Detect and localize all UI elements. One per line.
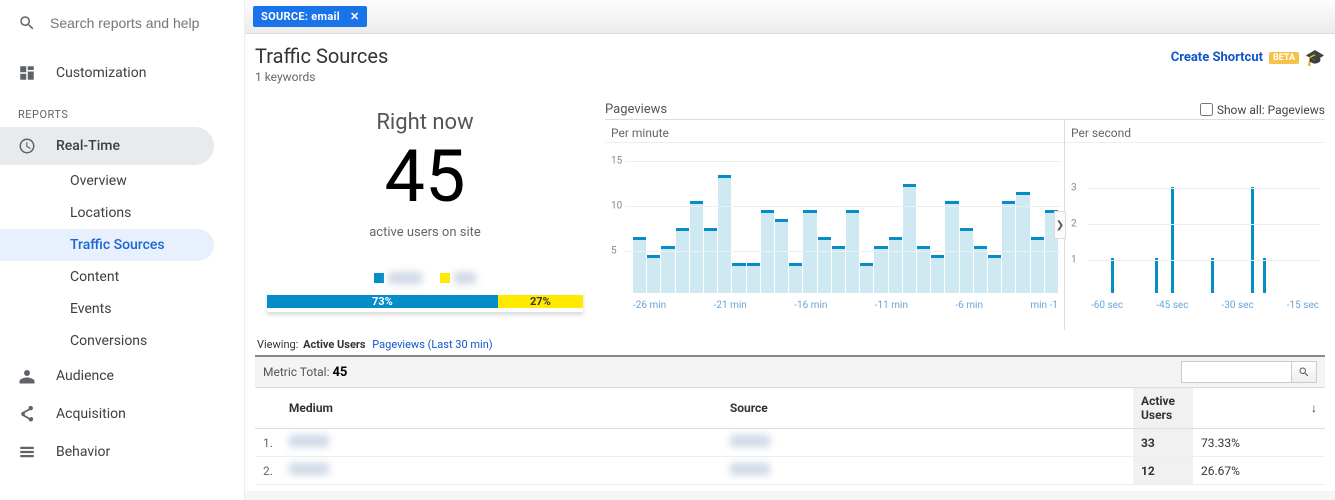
results-table: Metric Total: 45 Medium Source Active Us… bbox=[255, 355, 1325, 485]
shortcut-area: Create Shortcut BETA 🎓 bbox=[1171, 48, 1325, 67]
legend-swatch-blue bbox=[374, 273, 384, 283]
pageviews-title: Pageviews bbox=[605, 102, 667, 117]
nav-behavior[interactable]: Behavior bbox=[0, 433, 214, 471]
nav-acquisition[interactable]: Acquisition bbox=[0, 395, 214, 433]
metric-total-value: 45 bbox=[332, 365, 347, 380]
nav-sub-overview[interactable]: Overview bbox=[0, 165, 214, 197]
nav-label: Audience bbox=[56, 368, 114, 384]
viewing-label: Viewing: bbox=[257, 338, 298, 351]
person-icon bbox=[18, 367, 36, 385]
page-subtitle: 1 keywords bbox=[255, 70, 388, 84]
segment-blue: 73% bbox=[267, 295, 498, 308]
per-minute-chart: Per minute -26 min-21 min-16 min-11 min-… bbox=[605, 120, 1065, 330]
nav-audience[interactable]: Audience bbox=[0, 357, 214, 395]
legend bbox=[255, 272, 595, 284]
pageviews-block: Pageviews Show all: Pageviews Per minute… bbox=[595, 102, 1325, 330]
nav-sub-locations[interactable]: Locations bbox=[0, 197, 214, 229]
nav-sub-conversions[interactable]: Conversions bbox=[0, 325, 214, 357]
beta-badge: BETA bbox=[1269, 52, 1299, 64]
clock-icon bbox=[18, 137, 36, 155]
viewing-active[interactable]: Active Users bbox=[303, 338, 365, 351]
viewing-link[interactable]: Pageviews (Last 30 min) bbox=[372, 338, 492, 351]
legend-swatch-yellow bbox=[440, 273, 450, 283]
nav-realtime[interactable]: Real-Time bbox=[0, 127, 214, 165]
filter-bar: SOURCE: email ✕ bbox=[245, 0, 1335, 34]
segment-bar: 73% 27% bbox=[267, 290, 583, 312]
nav-label: Behavior bbox=[56, 444, 110, 460]
create-shortcut-link[interactable]: Create Shortcut bbox=[1171, 50, 1263, 65]
per-second-chart: Per second -60 sec-45 sec-30 sec-15 sec … bbox=[1065, 120, 1325, 330]
sort-icon[interactable]: ↓ bbox=[1303, 388, 1325, 429]
search-icon bbox=[18, 14, 36, 32]
table-row[interactable]: 1.3373.33% bbox=[255, 429, 1325, 457]
share-icon bbox=[18, 405, 36, 423]
reports-heading: REPORTS bbox=[0, 92, 244, 127]
table-search-input[interactable] bbox=[1181, 361, 1291, 383]
nav-customization[interactable]: Customization bbox=[0, 54, 214, 92]
search-row bbox=[0, 0, 244, 46]
nav-sub-traffic-sources[interactable]: Traffic Sources bbox=[0, 229, 214, 261]
sidebar: Customization REPORTS Real-Time Overview… bbox=[0, 0, 245, 500]
filter-chip[interactable]: SOURCE: email ✕ bbox=[253, 6, 367, 27]
nav-label: Real-Time bbox=[56, 138, 120, 154]
show-all-toggle[interactable]: Show all: Pageviews bbox=[1200, 103, 1325, 117]
table-search-button[interactable] bbox=[1291, 361, 1317, 383]
show-all-label: Show all: Pageviews bbox=[1217, 103, 1325, 117]
per-minute-label: Per minute bbox=[605, 120, 1064, 143]
chip-label: SOURCE: email bbox=[261, 10, 340, 23]
segment-yellow: 27% bbox=[498, 295, 583, 308]
col-active[interactable]: Active Users bbox=[1133, 388, 1193, 429]
nav-label: Customization bbox=[56, 65, 146, 81]
viewing-row: Viewing: Active Users Pageviews (Last 30… bbox=[255, 330, 1325, 355]
close-icon[interactable]: ✕ bbox=[350, 10, 359, 23]
search-icon bbox=[1298, 366, 1310, 378]
col-source[interactable]: Source bbox=[722, 388, 1133, 429]
right-now-sub: active users on site bbox=[255, 225, 595, 240]
col-medium[interactable]: Medium bbox=[281, 388, 722, 429]
right-now-value: 45 bbox=[255, 141, 595, 213]
nav-sub-events[interactable]: Events bbox=[0, 293, 214, 325]
nav-label: Acquisition bbox=[56, 406, 126, 422]
table-row[interactable]: 2.1226.67% bbox=[255, 457, 1325, 485]
show-all-checkbox[interactable] bbox=[1200, 103, 1213, 116]
list-icon bbox=[18, 443, 36, 461]
right-now-panel: Right now 45 active users on site 73% 27… bbox=[255, 102, 595, 330]
per-second-label: Per second bbox=[1065, 120, 1325, 143]
page-title: Traffic Sources bbox=[255, 44, 388, 68]
right-now-title: Right now bbox=[255, 110, 595, 135]
search-input[interactable] bbox=[50, 15, 210, 31]
metric-total-label: Metric Total: bbox=[263, 365, 329, 379]
dashboard-icon bbox=[18, 64, 36, 82]
education-icon[interactable]: 🎓 bbox=[1305, 48, 1325, 67]
main: SOURCE: email ✕ Traffic Sources 1 keywor… bbox=[245, 0, 1335, 500]
nav-sub-content[interactable]: Content bbox=[0, 261, 214, 293]
